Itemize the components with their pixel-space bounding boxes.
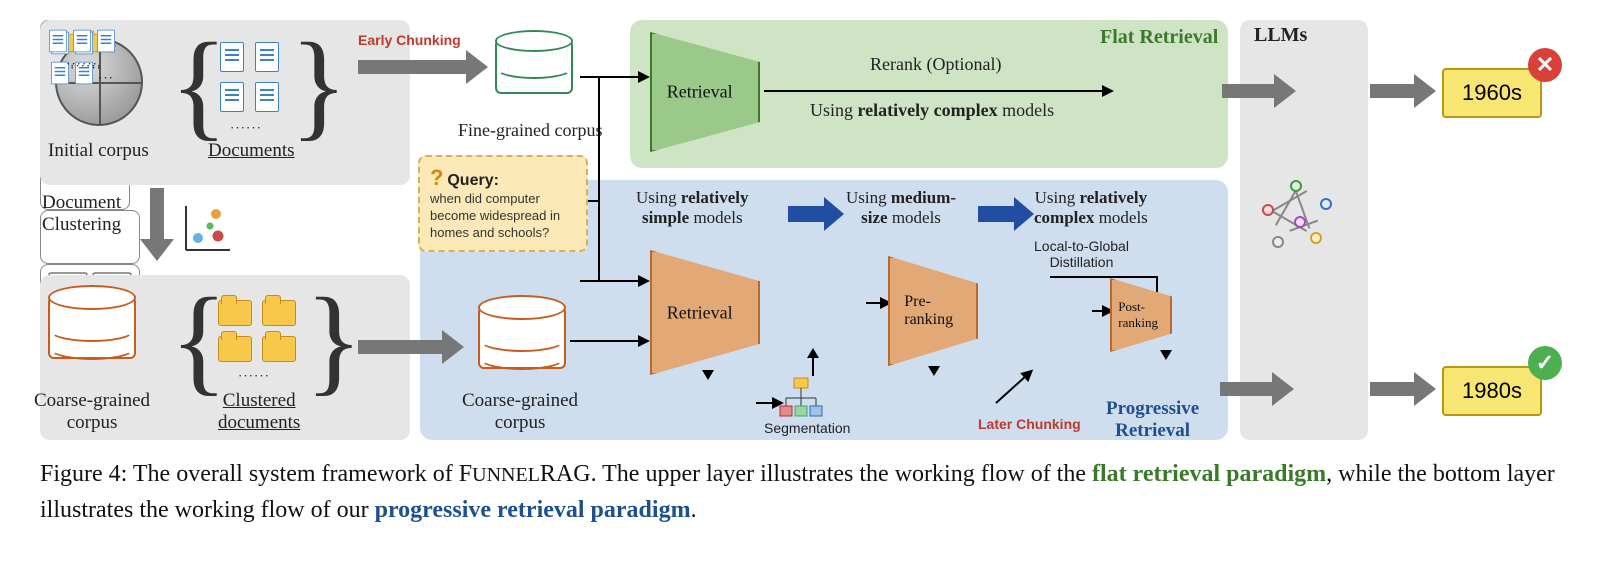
database-cylinder-icon [478, 295, 566, 385]
retrieval-label: Retrieval [667, 302, 733, 323]
answer-wrong-box: 1960s [1442, 68, 1542, 118]
arrow-right-icon [358, 340, 446, 354]
brace-close-icon: } [290, 25, 348, 145]
folder-icon [262, 336, 296, 362]
arrow-head-down-icon [928, 366, 940, 376]
answer-wrong-text: 1960s [1462, 80, 1522, 105]
llm-label: LLMs [1254, 24, 1307, 47]
caption-prefix: Figure 4: The overall system framework o… [40, 461, 459, 487]
fine-corpus-label: Fine-grained corpus [458, 120, 602, 141]
thin-arrow-icon [866, 302, 882, 304]
arrow-right-icon [1370, 84, 1418, 98]
connector-line [588, 200, 600, 202]
figure-caption: Figure 4: The overall system framework o… [40, 456, 1560, 528]
progressive-retrieval-label: Progressive Retrieval [1106, 398, 1199, 442]
document-icon [97, 30, 115, 53]
caption-end: . [691, 497, 697, 523]
using-complex2-label: Using relativelycomplex models [1034, 188, 1148, 228]
folder-icon [262, 300, 296, 326]
arrow-down-icon [150, 188, 164, 243]
connector-line [598, 76, 600, 281]
brace-close-icon: } [305, 280, 363, 400]
thin-arrow-icon [756, 402, 774, 404]
using-medium-label: Using medium-size models [846, 188, 956, 228]
thin-arrow-icon [580, 76, 640, 78]
system-framework-diagram: Initial corpus { ······ Documents } Docu… [40, 20, 1560, 440]
arrow-head-down-icon [1160, 350, 1172, 360]
connector-line [1050, 276, 1156, 278]
document-icon [220, 42, 244, 72]
arrow-right-icon [358, 60, 470, 74]
retrieval-label: Retrieval [667, 82, 733, 103]
post-ranking-label: Post- ranking [1118, 299, 1158, 331]
arrow-right-icon [1370, 382, 1418, 396]
question-mark-icon: ? [430, 165, 443, 190]
answer-right-text: 1980s [1462, 378, 1522, 403]
thin-arrow-icon [1092, 310, 1104, 312]
using-complex-label: Using relatively complex models [810, 100, 1054, 121]
scatter-cluster-icon [180, 200, 236, 256]
segmentation-label: Segmentation [764, 420, 850, 436]
thin-arrow-icon [570, 340, 640, 342]
arrow-head-up-icon [807, 348, 819, 358]
cross-badge-icon: ✕ [1528, 48, 1562, 82]
caption-mid1: . The upper layer illustrates the workin… [591, 461, 1092, 487]
initial-corpus-label: Initial corpus [48, 140, 149, 162]
blue-arrow-icon [788, 206, 828, 222]
document-icon [73, 30, 91, 53]
document-icon [255, 42, 279, 72]
thin-arrow-icon [580, 280, 640, 282]
blue-arrow-icon [978, 206, 1018, 222]
later-chunking-label: Later Chunking [978, 416, 1081, 432]
using-simple-label: Using relativelysimple models [636, 188, 749, 228]
query-box: ? Query: when did computer become widesp… [418, 155, 588, 252]
query-label: Query: [447, 172, 499, 189]
document-clustering-label: Document Clustering [42, 192, 121, 236]
segmentation-tree-icon [778, 376, 824, 424]
caption-flat: flat retrieval paradigm [1092, 461, 1326, 487]
thin-arrow-icon [764, 90, 1104, 92]
arrow-right-icon [1220, 382, 1276, 396]
query-text: when did computer become widespread in h… [430, 191, 576, 242]
folder-icon [218, 300, 252, 326]
folder-icon [218, 336, 252, 362]
document-icon [220, 82, 244, 112]
local-to-global-label: Local-to-Global Distillation [1034, 238, 1129, 270]
ellipsis: ······ [238, 368, 270, 384]
rerank-label: Rerank (Optional) [870, 54, 1001, 75]
documents-label: Documents [208, 140, 295, 162]
arrow-right-icon [1222, 84, 1278, 98]
pre-ranking-label: Pre- ranking [904, 293, 953, 329]
database-cylinder-icon [48, 285, 136, 375]
ellipsis: ······ [230, 120, 262, 136]
check-badge-icon: ✓ [1528, 346, 1562, 380]
early-chunking-label: Early Chunking [358, 32, 461, 48]
arrow-head-down-icon [702, 370, 714, 380]
document-icon [49, 30, 67, 53]
coarse-corpus-left-label: Coarse-grained corpus [34, 390, 150, 434]
flat-retrieval-label: Flat Retrieval [1100, 26, 1218, 49]
coarse-corpus-right-label: Coarse-grained corpus [462, 390, 578, 434]
document-icon [255, 82, 279, 112]
answer-right-box: 1980s [1442, 366, 1542, 416]
database-cylinder-icon [495, 30, 573, 108]
caption-prog: progressive retrieval paradigm [375, 497, 691, 523]
clustered-documents-label: Clustered documents [218, 390, 300, 434]
brace-open-icon: { [170, 25, 228, 145]
